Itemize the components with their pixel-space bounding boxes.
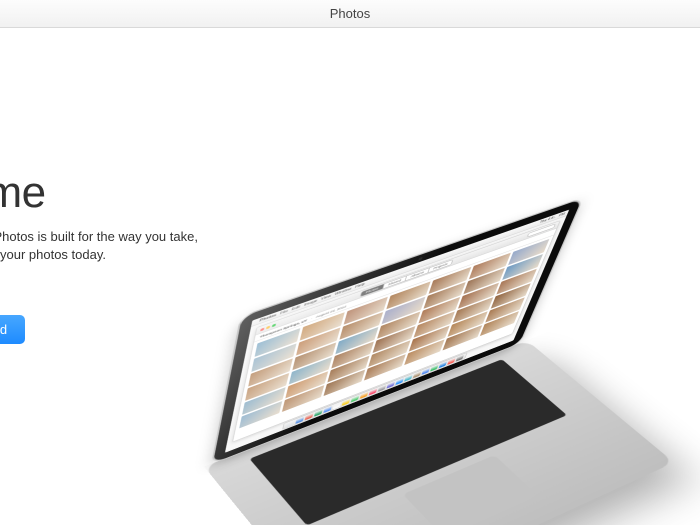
hero-laptop-illustration: Photos File Edit Image View Window Help … <box>220 58 700 518</box>
dock-app-icon <box>305 413 314 421</box>
dock-app-icon <box>323 406 332 414</box>
dock-app-icon <box>369 388 378 396</box>
close-icon <box>260 327 264 331</box>
zoom-icon <box>272 323 276 327</box>
window-titlebar: Photos <box>0 0 700 28</box>
welcome-screen: come or OS X, Photos is built for the wa… <box>0 28 700 525</box>
dock-app-icon <box>386 381 395 389</box>
dock-app-icon <box>378 384 387 392</box>
get-started-button[interactable]: t Started <box>0 315 25 344</box>
dock-app-icon <box>295 416 304 424</box>
dock-app-icon <box>342 398 351 406</box>
dock-app-icon <box>332 402 341 410</box>
minimize-icon <box>266 325 270 329</box>
window-title: Photos <box>330 6 370 21</box>
dock-app-icon <box>351 395 360 403</box>
dock-app-icon <box>360 391 369 399</box>
dock-app-icon <box>286 420 295 428</box>
dock-app-icon <box>314 409 323 417</box>
dock-app-icon <box>456 354 465 361</box>
dock-app-icon <box>404 374 413 381</box>
dock-app-icon <box>395 378 404 385</box>
